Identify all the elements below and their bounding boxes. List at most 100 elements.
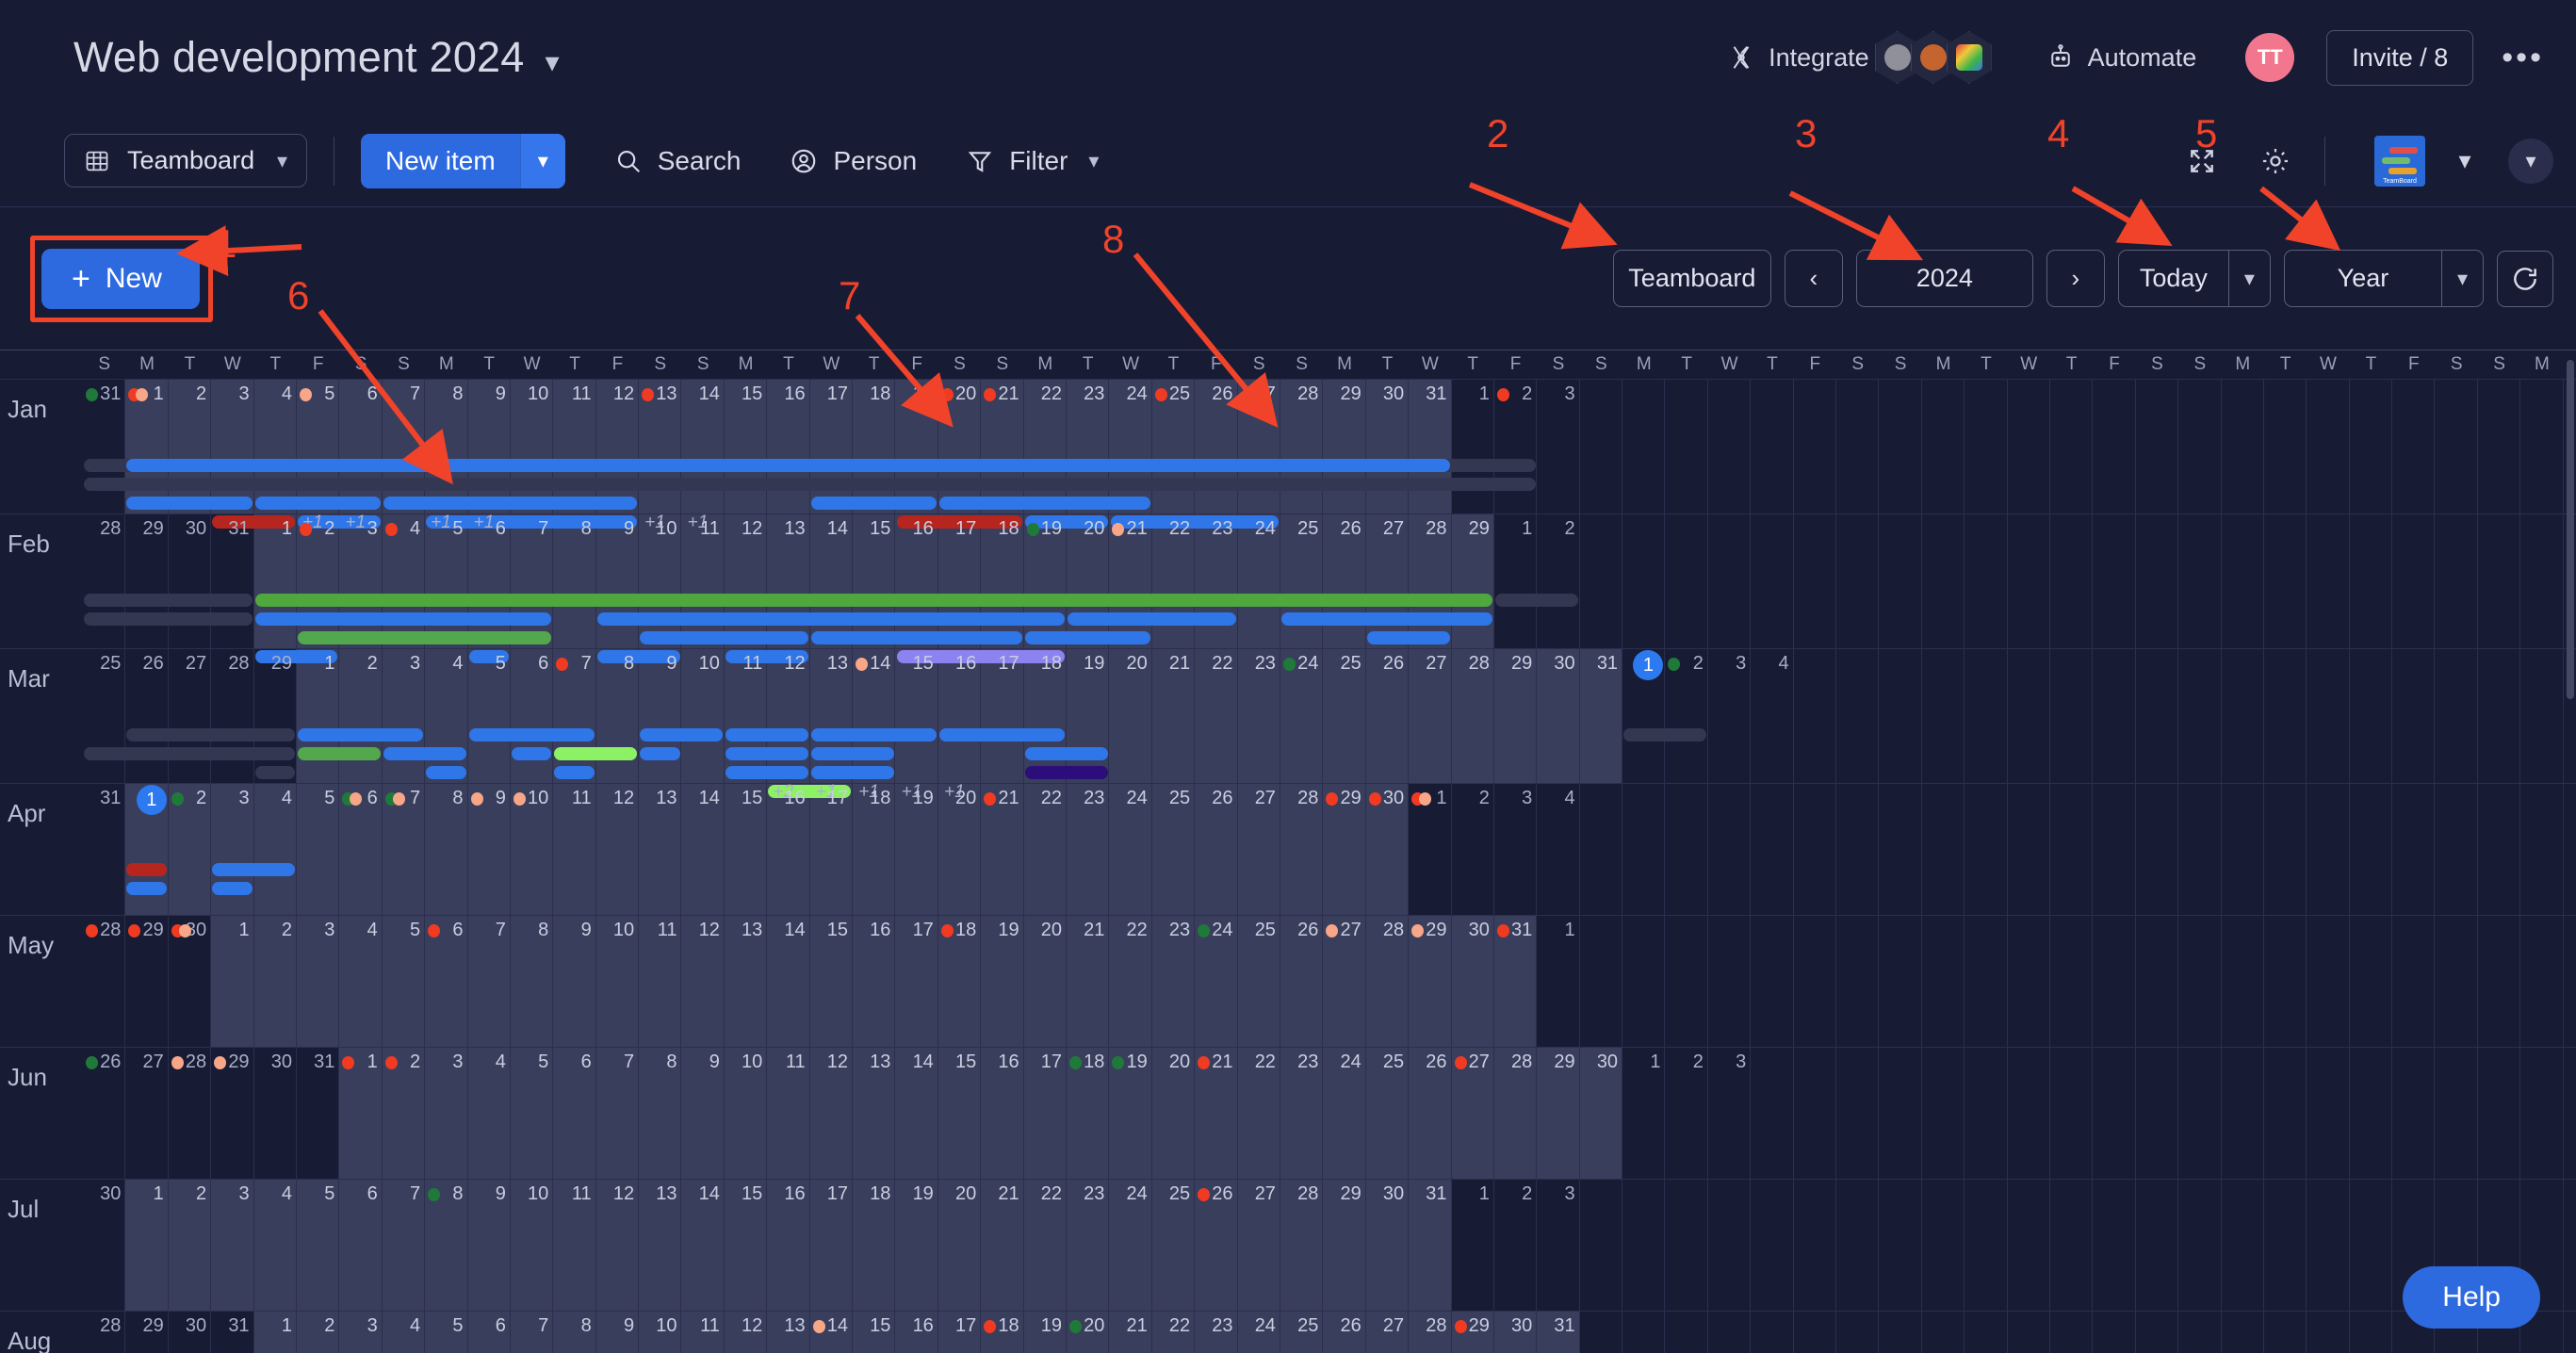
date-cell[interactable]: 4 (254, 380, 297, 417)
date-cell[interactable]: 25 (1280, 1312, 1323, 1349)
date-cell[interactable] (1580, 1312, 1622, 1349)
date-cell[interactable] (1708, 1180, 1751, 1217)
task-bar[interactable] (597, 612, 1065, 626)
date-cell[interactable]: 4 (425, 649, 467, 687)
date-cell[interactable] (2307, 1180, 2349, 1217)
date-cell[interactable] (2178, 649, 2221, 687)
date-cell[interactable] (1965, 784, 2007, 822)
date-cell[interactable]: 1 (254, 1312, 297, 1349)
date-cell[interactable] (2093, 1312, 2135, 1349)
date-cell[interactable]: 27 (1452, 1048, 1494, 1085)
date-cell[interactable] (2093, 1180, 2135, 1217)
date-cell[interactable]: 13 (810, 649, 853, 687)
date-cell[interactable] (2564, 514, 2576, 552)
date-cell[interactable] (1794, 1180, 1836, 1217)
date-cell[interactable] (1794, 380, 1836, 417)
date-cell[interactable] (2564, 649, 2576, 687)
date-cell[interactable] (1665, 514, 1707, 552)
more-options-icon[interactable]: ••• (2502, 40, 2544, 76)
date-cell[interactable] (2478, 916, 2520, 954)
date-cell[interactable]: 8 (425, 1180, 467, 1217)
automate-button[interactable]: Automate (2046, 43, 2197, 73)
task-bar[interactable] (811, 497, 937, 510)
date-cell[interactable]: 18 (853, 380, 895, 417)
date-cell[interactable]: 4 (1537, 784, 1579, 822)
date-cell[interactable] (1922, 514, 1965, 552)
task-bar[interactable] (1281, 612, 1492, 626)
date-cell[interactable] (2350, 1312, 2392, 1349)
date-cell[interactable]: 30 (1366, 1180, 1409, 1217)
date-cell[interactable] (2136, 1048, 2178, 1085)
date-cell[interactable]: 29 (125, 514, 168, 552)
date-cell[interactable]: 12 (767, 649, 809, 687)
date-cell[interactable]: 7 (468, 916, 511, 954)
date-cell[interactable] (1922, 1180, 1965, 1217)
date-cell[interactable]: 22 (1109, 916, 1151, 954)
date-cell[interactable]: 12 (810, 1048, 853, 1085)
date-cell[interactable] (2264, 1180, 2307, 1217)
date-cell[interactable]: 23 (1195, 1312, 1237, 1349)
date-cell[interactable] (1965, 1048, 2007, 1085)
date-cell[interactable] (1665, 784, 1707, 822)
date-cell[interactable] (1879, 380, 1921, 417)
date-cell[interactable]: 11 (681, 514, 724, 552)
date-cell[interactable]: 20 (1152, 1048, 1195, 1085)
date-cell[interactable] (1794, 649, 1836, 687)
date-cell[interactable]: 29 (254, 649, 297, 687)
date-cell[interactable] (1922, 784, 1965, 822)
task-bar[interactable] (1068, 612, 1236, 626)
date-cell[interactable] (1922, 1312, 1965, 1349)
date-cell[interactable]: 8 (596, 649, 639, 687)
date-cell[interactable]: 15 (895, 649, 937, 687)
date-cell[interactable] (2435, 916, 2477, 954)
date-cell[interactable]: 19 (895, 380, 937, 417)
date-cell[interactable]: 28 (1452, 649, 1494, 687)
date-cell[interactable]: 9 (468, 1180, 511, 1217)
date-cell[interactable] (1836, 784, 1879, 822)
date-cell[interactable]: 13 (639, 380, 681, 417)
date-cell[interactable]: 3 (339, 514, 382, 552)
date-cell[interactable]: 27 (1366, 1312, 1409, 1349)
date-cell[interactable]: 18 (981, 514, 1023, 552)
date-cell[interactable]: 3 (383, 649, 425, 687)
date-cell[interactable]: 23 (1152, 916, 1195, 954)
date-cell[interactable]: 11 (553, 1180, 595, 1217)
date-cell[interactable]: 1 (1537, 916, 1579, 954)
date-cell[interactable]: 18 (1067, 1048, 1109, 1085)
date-cell[interactable]: 10 (511, 380, 553, 417)
date-cell[interactable]: 16 (767, 380, 809, 417)
date-cell[interactable]: 19 (1024, 1312, 1067, 1349)
date-cell[interactable]: 29 (1452, 1312, 1494, 1349)
date-cell[interactable] (2050, 380, 2093, 417)
date-cell[interactable]: 8 (553, 514, 595, 552)
date-cell[interactable]: 27 (1366, 514, 1409, 552)
task-bar[interactable] (126, 882, 166, 895)
date-cell[interactable]: 1 (1494, 514, 1537, 552)
date-cell[interactable]: 6 (425, 916, 467, 954)
date-cell[interactable]: 25 (83, 649, 125, 687)
date-cell[interactable] (1836, 649, 1879, 687)
today-button[interactable]: Today ▾ (2118, 250, 2271, 307)
date-cell[interactable]: 21 (981, 1180, 1023, 1217)
task-bar[interactable] (554, 747, 637, 760)
date-cell[interactable]: 24 (1280, 649, 1323, 687)
date-cell[interactable]: 30 (169, 1312, 211, 1349)
date-cell[interactable]: 14 (681, 1180, 724, 1217)
date-cell[interactable]: 13 (767, 1312, 809, 1349)
date-cell[interactable]: 27 (169, 649, 211, 687)
date-cell[interactable]: 16 (767, 784, 809, 822)
date-cell[interactable]: 8 (511, 916, 553, 954)
date-cell[interactable]: 13 (725, 916, 767, 954)
task-bar[interactable] (298, 631, 551, 644)
month-grid[interactable]: 2627282930311234567891011121314151617181… (83, 1048, 2576, 1179)
date-cell[interactable]: 30 (1452, 916, 1494, 954)
date-cell[interactable]: 16 (938, 649, 981, 687)
date-cell[interactable] (1922, 916, 1965, 954)
date-cell[interactable]: 17 (810, 1180, 853, 1217)
date-cell[interactable]: 26 (1195, 1180, 1237, 1217)
date-cell[interactable] (2564, 380, 2576, 417)
task-bar[interactable] (939, 497, 1150, 510)
date-cell[interactable] (1622, 916, 1665, 954)
date-cell[interactable]: 26 (125, 649, 168, 687)
date-cell[interactable]: 10 (511, 1180, 553, 1217)
